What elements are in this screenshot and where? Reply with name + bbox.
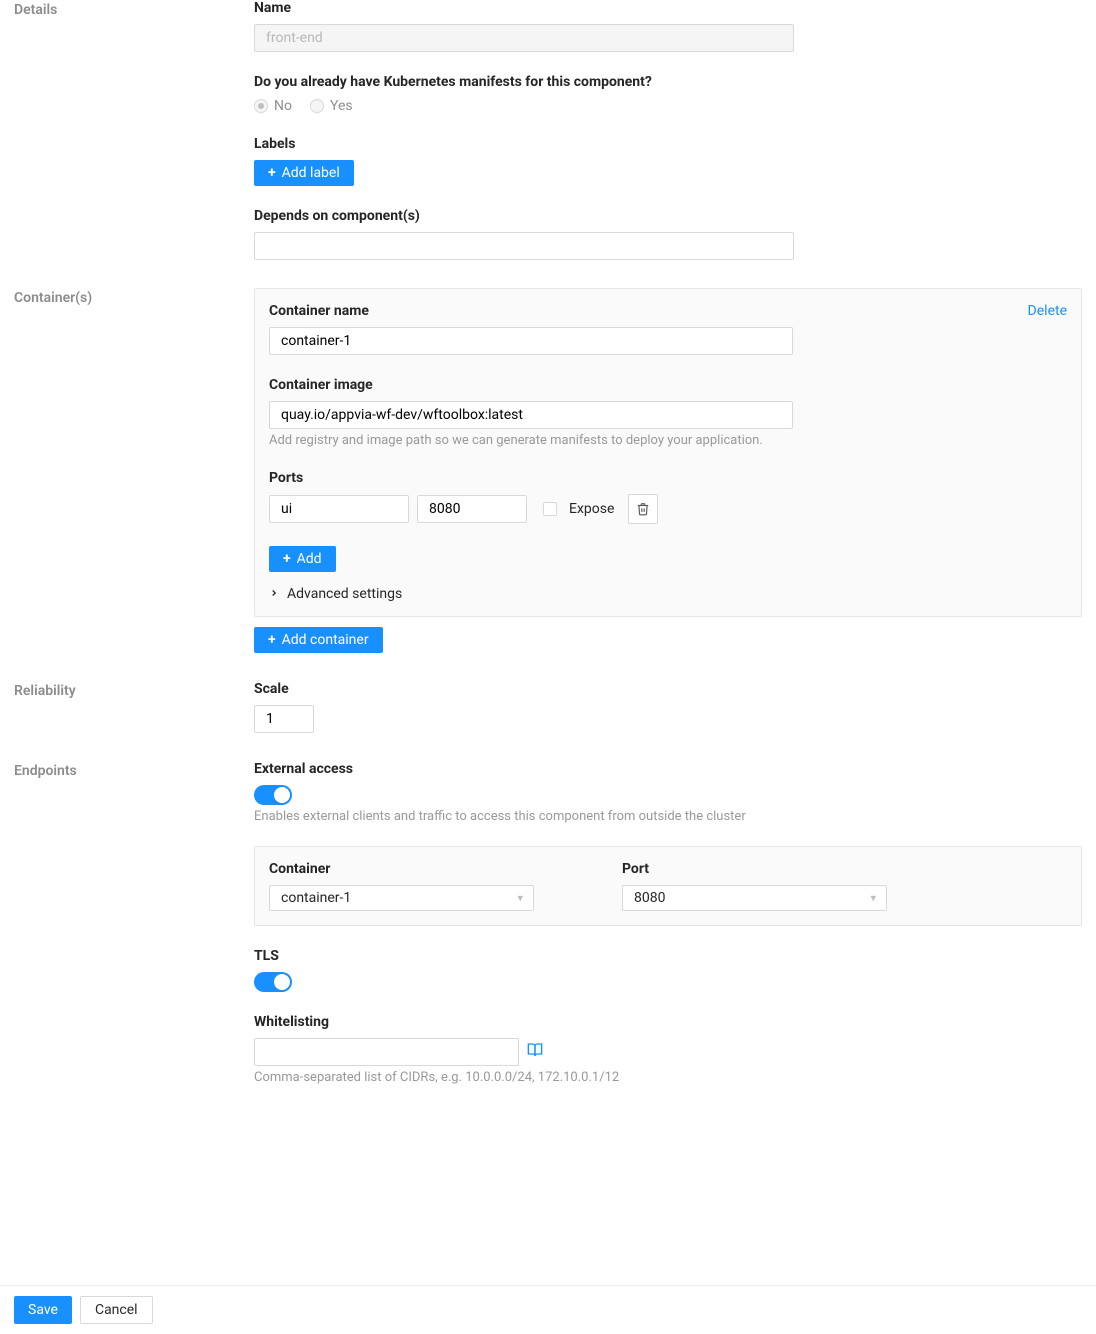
chevron-down-icon: ▾ xyxy=(517,892,523,905)
depends-label: Depends on component(s) xyxy=(254,208,1082,224)
delete-port-button[interactable] xyxy=(628,494,658,524)
port-number-input[interactable] xyxy=(417,495,527,523)
container-image-hint: Add registry and image path so we can ge… xyxy=(269,433,1067,448)
whitelisting-label: Whitelisting xyxy=(254,1014,1082,1030)
labels-heading: Labels xyxy=(254,136,1082,152)
container-image-input[interactable] xyxy=(269,401,793,429)
expose-checkbox[interactable] xyxy=(543,502,557,516)
radio-no: No xyxy=(254,98,292,114)
endpoint-container-select[interactable]: container-1 ▾ xyxy=(269,885,534,911)
container-image-label: Container image xyxy=(269,377,1067,393)
plus-icon: + xyxy=(283,552,291,566)
scale-input[interactable] xyxy=(254,705,314,733)
container-name-input[interactable] xyxy=(269,327,793,355)
chevron-right-icon xyxy=(269,586,279,602)
name-label: Name xyxy=(254,0,1082,16)
trash-icon xyxy=(636,502,650,516)
endpoint-port-select[interactable]: 8080 ▾ xyxy=(622,885,887,911)
endpoint-container-label: Container xyxy=(269,861,534,877)
section-details: Details xyxy=(14,0,254,260)
add-label-button[interactable]: + Add label xyxy=(254,160,354,186)
external-access-toggle[interactable] xyxy=(254,785,292,805)
external-access-hint: Enables external clients and traffic to … xyxy=(254,809,1082,824)
endpoint-port-label: Port xyxy=(622,861,887,877)
endpoint-card: Container container-1 ▾ Port 8080 ▾ xyxy=(254,846,1082,926)
tls-label: TLS xyxy=(254,948,1082,964)
whitelisting-input[interactable] xyxy=(254,1038,519,1066)
section-containers: Container(s) xyxy=(14,288,254,653)
scale-label: Scale xyxy=(254,681,1082,697)
save-button[interactable]: Save xyxy=(14,1296,72,1324)
manifests-question: Do you already have Kubernetes manifests… xyxy=(254,74,1082,90)
external-access-label: External access xyxy=(254,761,1082,777)
plus-icon: + xyxy=(268,633,276,647)
book-icon[interactable] xyxy=(527,1042,543,1062)
chevron-down-icon: ▾ xyxy=(870,892,876,905)
advanced-settings-toggle[interactable]: Advanced settings xyxy=(269,586,1067,602)
cancel-button[interactable]: Cancel xyxy=(80,1296,153,1324)
container-name-label: Container name xyxy=(269,303,1067,319)
add-port-button[interactable]: + Add xyxy=(269,546,336,572)
plus-icon: + xyxy=(268,166,276,180)
footer-bar: Save Cancel xyxy=(0,1285,1096,1334)
radio-yes: Yes xyxy=(310,98,353,114)
section-endpoints: Endpoints xyxy=(14,761,254,1085)
port-name-input[interactable] xyxy=(269,495,409,523)
depends-input[interactable] xyxy=(254,232,794,260)
ports-label: Ports xyxy=(269,470,1067,486)
section-reliability: Reliability xyxy=(14,681,254,733)
tls-toggle[interactable] xyxy=(254,972,292,992)
add-container-button[interactable]: + Add container xyxy=(254,627,383,653)
name-input xyxy=(254,24,794,52)
whitelisting-hint: Comma-separated list of CIDRs, e.g. 10.0… xyxy=(254,1070,1082,1085)
expose-label: Expose xyxy=(569,501,614,517)
container-card: Delete Container name Container image Ad… xyxy=(254,288,1082,617)
delete-container-link[interactable]: Delete xyxy=(1028,303,1067,319)
